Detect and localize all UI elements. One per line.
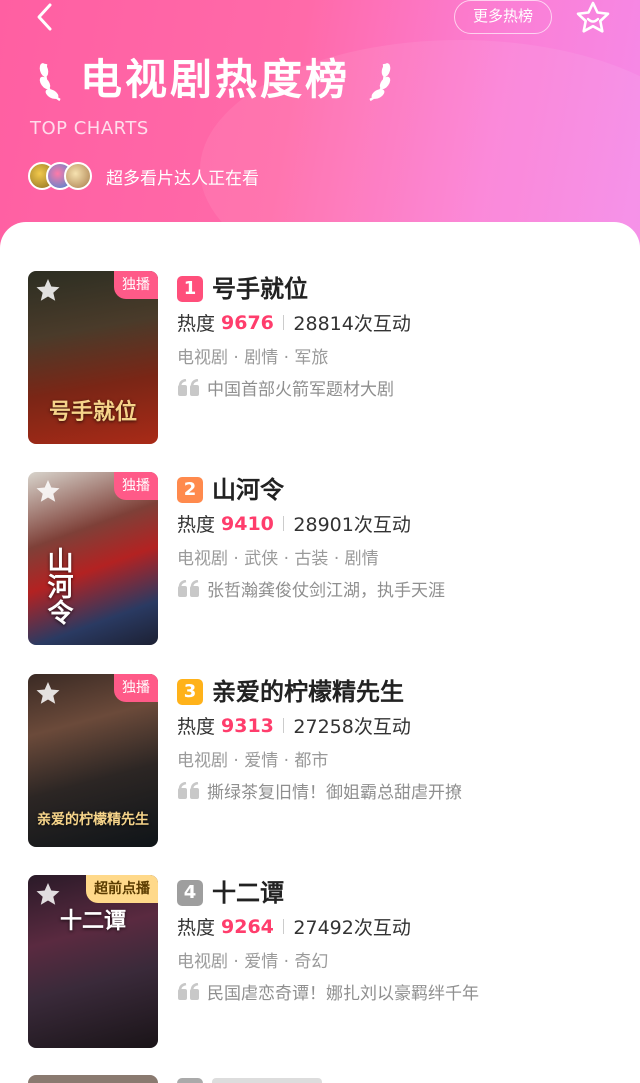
poster-image[interactable]: 独播 亲爱的柠檬精先生 bbox=[28, 674, 158, 847]
quote-icon bbox=[178, 378, 199, 396]
poster-image[interactable]: 超前点播 十二谭 bbox=[28, 875, 158, 1048]
heat-value: 9264 bbox=[221, 915, 274, 938]
heat-row: 热度 9313 27258次互动 bbox=[177, 712, 411, 739]
poster-title: 山河令 bbox=[43, 547, 73, 625]
star-icon[interactable] bbox=[34, 478, 62, 506]
quote-row: 中国首部火箭军题材大剧 bbox=[177, 375, 394, 400]
genre-tags: 电视剧 · 爱情 · 都市 bbox=[177, 751, 329, 771]
heat-row: 热度 9676 28814次互动 bbox=[177, 309, 411, 336]
show-quote: 中国首部火箭军题材大剧 bbox=[207, 380, 394, 400]
title-area: 电视剧热度榜 bbox=[36, 52, 394, 108]
early-access-badge: 超前点播 bbox=[86, 875, 158, 903]
star-outline-icon[interactable] bbox=[574, 0, 612, 34]
list-item[interactable]: 独播 号手就位 1 号手就位 热度 9676 28814次互动 电视剧 · 剧情… bbox=[0, 271, 640, 446]
show-quote: 民国虐恋奇谭！娜扎刘以豪羁绊千年 bbox=[207, 984, 479, 1004]
interaction-count: 27258次互动 bbox=[293, 716, 411, 738]
heat-row: 热度 9264 27492次互动 bbox=[177, 913, 411, 940]
heat-value: 9676 bbox=[221, 311, 274, 334]
show-quote: 撕绿茶复旧情！御姐霸总甜虐开撩 bbox=[207, 783, 462, 803]
poster-title: 十二谭 bbox=[59, 908, 126, 934]
divider bbox=[282, 718, 285, 733]
poster-image[interactable]: 独播 号手就位 bbox=[28, 271, 158, 444]
chart-list: 独播 号手就位 1 号手就位 热度 9676 28814次互动 电视剧 · 剧情… bbox=[0, 222, 640, 1083]
quote-row: 撕绿茶复旧情！御姐霸总甜虐开撩 bbox=[177, 778, 462, 803]
header-banner: 更多热榜 电视剧热度榜 TOP CHARTS 超多看片达人正在看 bbox=[0, 0, 640, 260]
list-item[interactable]: 独播 亲爱的柠檬精先生 3 亲爱的柠檬精先生 热度 9313 27258次互动 … bbox=[0, 674, 640, 849]
page-title: 电视剧热度榜 bbox=[80, 55, 351, 104]
rank-badge: 3 bbox=[177, 679, 203, 705]
interaction-count: 28814次互动 bbox=[293, 313, 411, 335]
divider bbox=[282, 315, 285, 330]
poster-image[interactable]: 独播 山河令 bbox=[28, 472, 158, 645]
show-quote: 张哲瀚龚俊仗剑江湖，执手天涯 bbox=[207, 581, 445, 601]
next-item-title-peek bbox=[212, 1078, 322, 1083]
quote-icon bbox=[178, 982, 199, 1000]
show-title[interactable]: 山河令 bbox=[212, 472, 284, 508]
quote-row: 张哲瀚龚俊仗剑江湖，执手天涯 bbox=[177, 576, 445, 601]
poster-title: 号手就位 bbox=[48, 399, 137, 425]
heat-label: 热度 bbox=[177, 716, 216, 738]
heat-value: 9313 bbox=[221, 714, 274, 737]
interaction-count: 27492次互动 bbox=[293, 917, 411, 939]
more-charts-button[interactable]: 更多热榜 bbox=[454, 0, 552, 34]
quote-icon bbox=[178, 781, 199, 799]
star-icon[interactable] bbox=[34, 277, 62, 305]
rank-badge: 1 bbox=[177, 276, 203, 302]
page-subtitle: TOP CHARTS bbox=[30, 118, 149, 139]
exclusive-badge: 独播 bbox=[114, 271, 158, 299]
show-title[interactable]: 十二谭 bbox=[212, 875, 284, 911]
heat-label: 热度 bbox=[177, 514, 216, 536]
heat-label: 热度 bbox=[177, 917, 216, 939]
rank-badge: 4 bbox=[177, 880, 203, 906]
watchers-row: 超多看片达人正在看 bbox=[28, 162, 259, 190]
avatar bbox=[64, 162, 92, 190]
divider bbox=[282, 516, 285, 531]
star-icon[interactable] bbox=[34, 680, 62, 708]
heat-value: 9410 bbox=[221, 512, 274, 535]
genre-tags: 电视剧 · 爱情 · 奇幻 bbox=[177, 952, 329, 972]
poster-title: 亲爱的柠檬精先生 bbox=[37, 812, 149, 828]
quote-icon bbox=[178, 579, 199, 597]
laurel-left-icon bbox=[39, 63, 61, 102]
heat-row: 热度 9410 28901次互动 bbox=[177, 510, 411, 537]
rank-badge: 2 bbox=[177, 477, 203, 503]
watchers-text: 超多看片达人正在看 bbox=[106, 168, 259, 189]
next-item-rank-peek bbox=[177, 1078, 203, 1083]
interaction-count: 28901次互动 bbox=[293, 514, 411, 536]
divider bbox=[282, 919, 285, 934]
laurel-right-icon bbox=[369, 63, 391, 102]
list-item[interactable]: 超前点播 十二谭 4 十二谭 热度 9264 27492次互动 电视剧 · 爱情… bbox=[0, 875, 640, 1050]
next-item-poster-peek bbox=[28, 1075, 158, 1083]
exclusive-badge: 独播 bbox=[114, 674, 158, 702]
quote-row: 民国虐恋奇谭！娜扎刘以豪羁绊千年 bbox=[177, 979, 479, 1004]
show-title[interactable]: 亲爱的柠檬精先生 bbox=[212, 674, 404, 710]
list-item[interactable]: 独播 山河令 2 山河令 热度 9410 28901次互动 电视剧 · 武侠 ·… bbox=[0, 472, 640, 647]
heat-label: 热度 bbox=[177, 313, 216, 335]
genre-tags: 电视剧 · 武侠 · 古装 · 剧情 bbox=[177, 549, 379, 569]
show-title[interactable]: 号手就位 bbox=[212, 271, 308, 307]
exclusive-badge: 独播 bbox=[114, 472, 158, 500]
chevron-left-icon[interactable] bbox=[30, 2, 60, 32]
genre-tags: 电视剧 · 剧情 · 军旅 bbox=[177, 348, 329, 368]
